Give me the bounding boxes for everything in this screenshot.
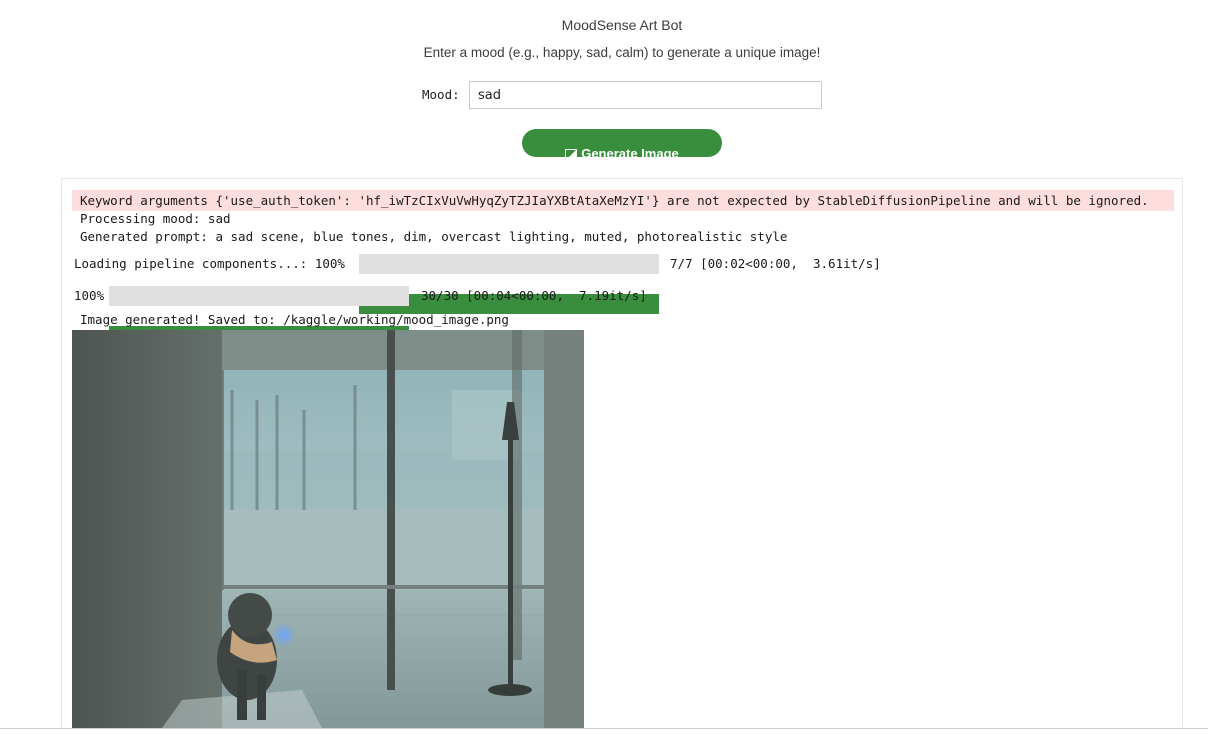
generated-mood-image — [72, 330, 584, 728]
page-bottom-edge — [0, 728, 1208, 739]
progress-bar — [359, 254, 659, 314]
progress-bar — [109, 286, 409, 346]
progress-stats: 30/30 [00:04<00:00, 7.19it/s] — [421, 288, 647, 303]
generate-button-label: Generate Image — [581, 146, 679, 157]
progress-row-inference: 100% 30/30 [00:04<00:00, 7.19it/s] — [74, 286, 647, 346]
progress-label: Loading pipeline components...: 100% — [74, 256, 345, 271]
app-subtitle: Enter a mood (e.g., happy, sad, calm) to… — [423, 45, 821, 60]
mood-input[interactable] — [469, 81, 822, 109]
progress-stats: 7/7 [00:02<00:00, 3.61it/s] — [670, 256, 881, 271]
mood-label: Mood: — [422, 87, 460, 102]
saved-message: Image generated! Saved to: /kaggle/worki… — [80, 312, 509, 327]
warning-message: Keyword arguments {'use_auth_token': 'hf… — [72, 190, 1174, 211]
app-title: MoodSense Art Bot — [561, 17, 683, 33]
image-icon — [565, 149, 578, 157]
progress-row-pipeline: Loading pipeline components...: 100% 7/7… — [74, 254, 881, 314]
progress-label: 100% — [74, 288, 105, 303]
processing-line: Processing mood: sad — [80, 211, 231, 226]
generate-image-button[interactable]: Generate Image — [522, 129, 722, 157]
prompt-line: Generated prompt: a sad scene, blue tone… — [80, 229, 788, 244]
